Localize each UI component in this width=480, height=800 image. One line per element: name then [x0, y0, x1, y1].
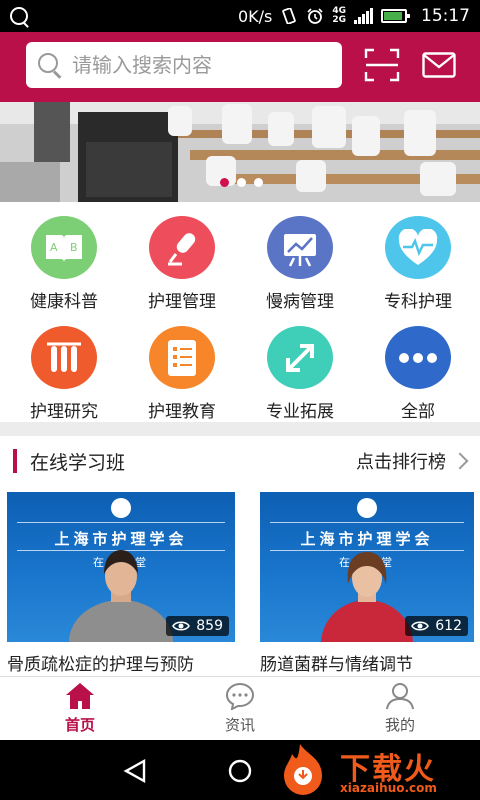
- ranking-link-label: 点击排行榜: [356, 452, 446, 473]
- section-title: 在线学习班: [30, 451, 126, 474]
- category-professional-expansion[interactable]: 专业拓展: [240, 312, 360, 422]
- online-class-header: 在线学习班 点击排行榜: [0, 436, 480, 486]
- document-list-icon: [149, 326, 215, 389]
- svg-text:B: B: [70, 241, 78, 254]
- mail-icon[interactable]: [422, 52, 456, 78]
- search-input[interactable]: [72, 53, 322, 77]
- view-count-badge: 612: [405, 616, 468, 636]
- app-header: [0, 32, 480, 102]
- user-icon: [386, 683, 414, 710]
- expand-arrows-icon: [267, 326, 333, 389]
- chat-bubble-icon: [225, 682, 255, 710]
- battery-icon: [381, 9, 410, 23]
- category-label: 专科护理: [384, 292, 452, 312]
- watermark-url: xiazaihuo.com: [340, 781, 437, 795]
- bottom-nav: 首页 资讯 我的: [0, 676, 480, 740]
- view-count-badge: 859: [166, 616, 229, 636]
- nav-label: 首页: [64, 716, 95, 734]
- category-all[interactable]: 全部: [358, 312, 478, 422]
- category-health-science[interactable]: AB 健康科普: [4, 202, 124, 312]
- nav-label: 我的: [384, 716, 415, 734]
- banner-pagination[interactable]: [220, 178, 263, 187]
- nav-home[interactable]: 首页: [0, 677, 160, 740]
- course-card[interactable]: 上海市护理学会 在线课堂 612 肠道菌群与情绪调节: [260, 492, 474, 675]
- banner-dot[interactable]: [237, 178, 246, 187]
- network-type: 4G 2G: [332, 6, 346, 25]
- course-card[interactable]: 上海市护理学会 在线课堂 859 骨质疏松症的护理与预防: [7, 492, 235, 675]
- search-bar[interactable]: [26, 42, 342, 88]
- microphone-icon: [149, 216, 215, 279]
- category-label: 护理管理: [148, 292, 216, 312]
- ranking-link[interactable]: 点击排行榜: [356, 448, 469, 474]
- category-nursing-management[interactable]: 护理管理: [122, 202, 242, 312]
- category-label: 护理研究: [30, 402, 98, 422]
- more-icon: [385, 326, 451, 389]
- category-grid: AB 健康科普 护理管理 慢病管理 专科护理 护理研究 护理教育 专业拓展 全部: [0, 202, 480, 422]
- category-label: 护理教育: [148, 402, 216, 422]
- category-chronic-disease[interactable]: 慢病管理: [240, 202, 360, 312]
- eye-icon: [172, 621, 191, 631]
- view-count: 612: [435, 618, 462, 634]
- category-nursing-education[interactable]: 护理教育: [122, 312, 242, 422]
- home-icon: [66, 683, 94, 709]
- signal-icon: [354, 8, 373, 24]
- banner-dot[interactable]: [254, 178, 263, 187]
- category-label: 专业拓展: [266, 402, 334, 422]
- banner-carousel[interactable]: [0, 102, 480, 202]
- course-thumbnail: 上海市护理学会 在线课堂 612: [260, 492, 474, 642]
- home-system-icon[interactable]: [228, 759, 252, 783]
- svg-text:A: A: [50, 241, 58, 254]
- status-bar: 0K/s 4G 2G 15:17: [0, 0, 480, 32]
- heart-pulse-icon: [385, 216, 451, 279]
- category-specialty-nursing[interactable]: 专科护理: [358, 202, 478, 312]
- clock: 15:17: [421, 6, 470, 26]
- vibrate-icon: [282, 8, 297, 24]
- category-label: 健康科普: [30, 292, 98, 312]
- course-title: 骨质疏松症的护理与预防: [7, 655, 194, 675]
- section-accent-bar: [13, 449, 17, 473]
- back-icon[interactable]: [123, 758, 146, 784]
- test-tubes-icon: [31, 326, 97, 389]
- q-icon: [10, 7, 28, 25]
- nav-news[interactable]: 资讯: [160, 677, 320, 740]
- view-count: 859: [196, 618, 223, 634]
- eye-icon: [411, 621, 430, 631]
- banner-dot[interactable]: [220, 178, 229, 187]
- category-nursing-research[interactable]: 护理研究: [4, 312, 124, 422]
- category-label: 全部: [401, 402, 435, 422]
- network-speed: 0K/s: [237, 6, 273, 26]
- alarm-icon: [307, 8, 323, 24]
- chevron-right-icon: [451, 452, 469, 470]
- scan-icon[interactable]: [364, 48, 400, 82]
- nav-label: 资讯: [224, 716, 255, 734]
- course-thumbnail: 上海市护理学会 在线课堂 859: [7, 492, 235, 642]
- nav-profile[interactable]: 我的: [320, 677, 480, 740]
- chart-board-icon: [267, 216, 333, 279]
- course-list: 上海市护理学会 在线课堂 859 骨质疏松症的护理与预防 上海市护理学会 在线课…: [0, 486, 480, 676]
- category-label: 慢病管理: [266, 292, 334, 312]
- search-icon: [38, 53, 62, 77]
- book-icon: AB: [31, 216, 97, 279]
- course-title: 肠道菌群与情绪调节: [260, 655, 413, 675]
- banner-image: [0, 102, 480, 202]
